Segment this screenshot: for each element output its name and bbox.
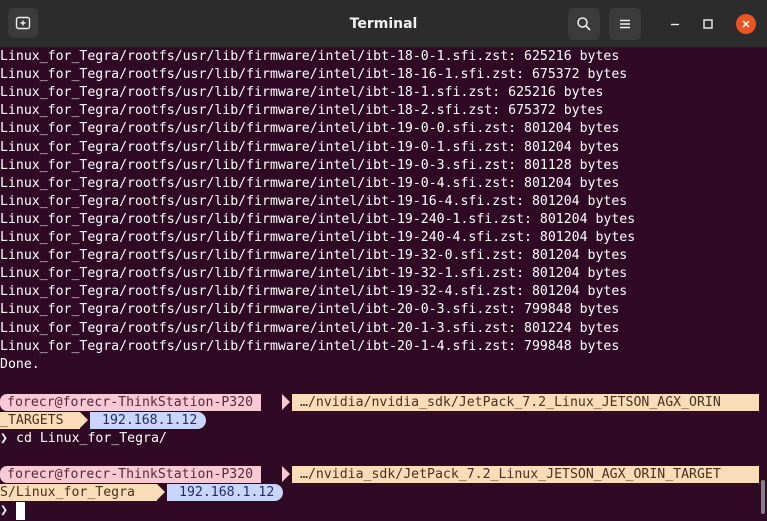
prompt-separator-icon: [282, 466, 290, 482]
title-bar: Terminal: [0, 0, 767, 48]
output-line: Done.: [0, 356, 40, 372]
menu-button[interactable]: [609, 8, 641, 40]
output-line: Linux_for_Tegra/rootfs/usr/lib/firmware/…: [0, 320, 620, 336]
output-line: Linux_for_Tegra/rootfs/usr/lib/firmware/…: [0, 175, 620, 191]
close-icon: [741, 19, 751, 29]
prompt-path: …/nvidia/nvidia_sdk/JetPack_7.2_Linux_JE…: [292, 394, 759, 411]
new-tab-icon: [15, 15, 31, 31]
output-line: Linux_for_Tegra/rootfs/usr/lib/firmware/…: [0, 139, 620, 155]
output-line: Linux_for_Tegra/rootfs/usr/lib/firmware/…: [0, 230, 636, 245]
prompt-chevron: ❯: [0, 431, 8, 446]
new-tab-button[interactable]: [8, 8, 38, 38]
output-line: Linux_for_Tegra/rootfs/usr/lib/firmware/…: [0, 248, 628, 264]
prompt-path-continued: _TARGETS: [0, 412, 80, 429]
output-line: Linux_for_Tegra/rootfs/usr/lib/firmware/…: [0, 338, 620, 354]
prompt-segment-cap: [0, 466, 7, 483]
output-line: Linux_for_Tegra/rootfs/usr/lib/firmware/…: [0, 302, 620, 318]
maximize-button[interactable]: [697, 13, 719, 35]
text-cursor: [16, 502, 25, 520]
search-button[interactable]: [568, 8, 600, 40]
output-line: Linux_for_Tegra/rootfs/usr/lib/firmware/…: [0, 49, 620, 64]
output-line: Linux_for_Tegra/rootfs/usr/lib/firmware/…: [0, 284, 628, 300]
output-line: Linux_for_Tegra/rootfs/usr/lib/firmware/…: [0, 266, 628, 282]
prompt-chevron: ❯: [0, 503, 8, 518]
command-text: cd Linux_for_Tegra/: [16, 431, 167, 446]
prompt-separator-icon: [80, 412, 88, 428]
output-line: Linux_for_Tegra/rootfs/usr/lib/firmware/…: [0, 85, 604, 101]
terminal-output[interactable]: Linux_for_Tegra/rootfs/usr/lib/firmware/…: [0, 48, 767, 521]
prompt-path: …/nvidia_sdk/JetPack_7.2_Linux_JETSON_AG…: [292, 466, 759, 483]
prompt-ip-address: 192.168.1.12: [167, 484, 284, 501]
prompt-user-host: forecr@forecr-ThinkStation-P320: [7, 466, 262, 483]
window-title: Terminal: [349, 16, 418, 32]
prompt-ip-address: 192.168.1.12: [90, 412, 207, 429]
output-line: Linux_for_Tegra/rootfs/usr/lib/firmware/…: [0, 157, 620, 173]
prompt-segment-cap: [0, 394, 7, 411]
scrollbar-thumb[interactable]: [761, 480, 765, 514]
output-line: Linux_for_Tegra/rootfs/usr/lib/firmware/…: [0, 193, 628, 209]
search-icon: [576, 16, 592, 32]
output-line: Linux_for_Tegra/rootfs/usr/lib/firmware/…: [0, 211, 636, 227]
hamburger-menu-icon: [618, 17, 632, 31]
minimize-button[interactable]: [664, 13, 686, 35]
prompt-user-host: forecr@forecr-ThinkStation-P320: [7, 394, 262, 411]
prompt-separator-icon: [157, 484, 165, 500]
output-line: Linux_for_Tegra/rootfs/usr/lib/firmware/…: [0, 67, 628, 83]
maximize-icon: [702, 18, 714, 30]
terminal-window: Terminal Linux_for_Tegra/rootfs/usr/lib/…: [0, 0, 767, 521]
output-line: Linux_for_Tegra/rootfs/usr/lib/firmware/…: [0, 103, 604, 119]
output-line: Linux_for_Tegra/rootfs/usr/lib/firmware/…: [0, 121, 620, 137]
minimize-icon: [669, 18, 681, 30]
prompt-separator-icon: [282, 394, 290, 410]
prompt-path-continued: S/Linux_for_Tegra: [0, 484, 157, 501]
close-button[interactable]: [736, 14, 756, 34]
